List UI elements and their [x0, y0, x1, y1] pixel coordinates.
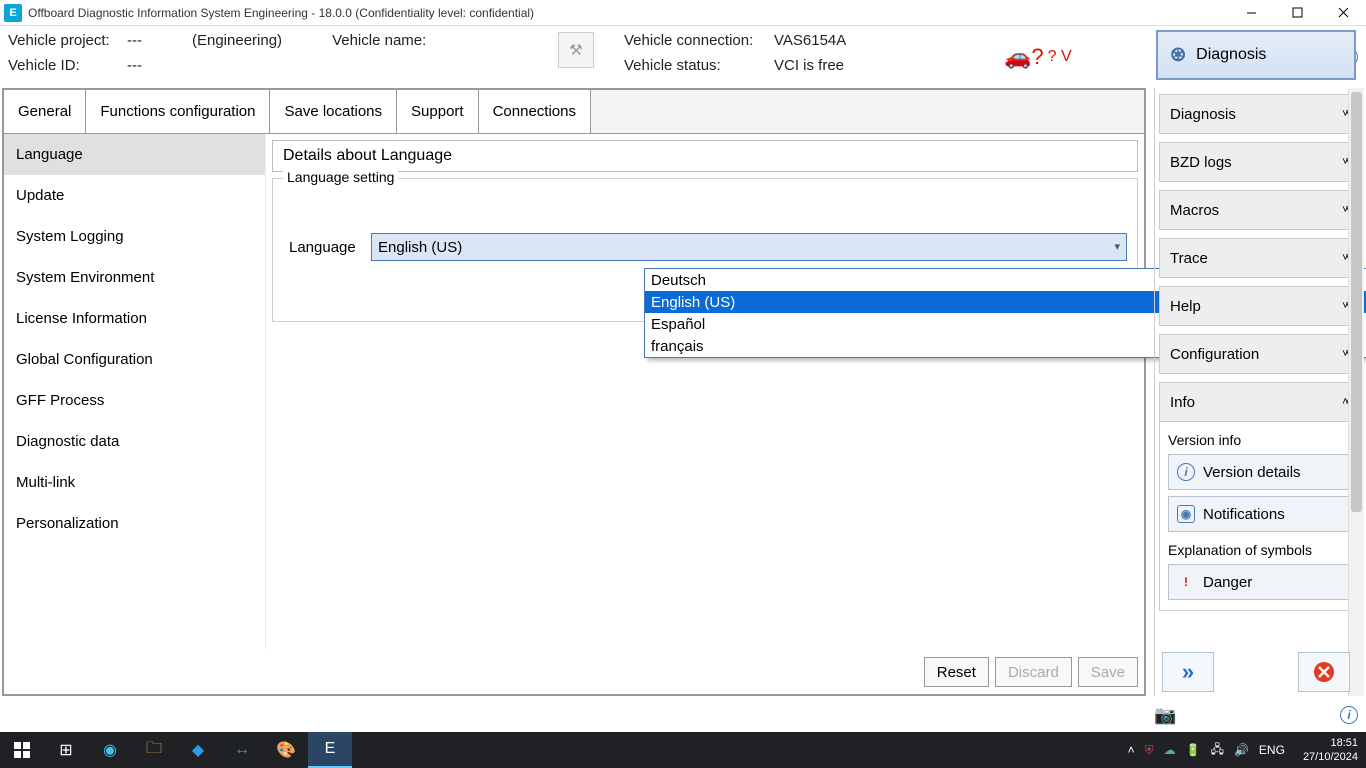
detail-title: Details about Language	[272, 140, 1138, 172]
sidebar-item-update[interactable]: Update	[4, 175, 265, 216]
forward-button[interactable]: »	[1162, 652, 1214, 692]
detail-pane: Details about Language Language setting …	[266, 134, 1144, 650]
info-section-body: Version info iVersion details ◉Notificat…	[1159, 422, 1360, 611]
minimize-button[interactable]	[1228, 0, 1274, 26]
cancel-icon	[1312, 660, 1336, 684]
vehicle-icon[interactable]: ⚒	[558, 32, 594, 68]
vehicle-connection-label: Vehicle connection:	[624, 32, 774, 49]
vehicle-connection-value: VAS6154A	[774, 32, 846, 49]
sidebar-item-gff-process[interactable]: GFF Process	[4, 380, 265, 421]
tab-bar: General Functions configuration Save loc…	[4, 90, 1144, 134]
system-tray: ˄ ⛨ ☁ 🔋 🖧 🔊 ENG 18:51 27/10/2024	[1128, 736, 1366, 764]
sidebar-item-multi-link[interactable]: Multi-link	[4, 462, 265, 503]
sidebar-item-global-configuration[interactable]: Global Configuration	[4, 339, 265, 380]
tray-security-icon[interactable]: ⛨	[1145, 743, 1154, 758]
stethoscope-icon: ♼	[1170, 45, 1186, 66]
tray-battery-icon[interactable]: 🔋	[1186, 743, 1201, 757]
vehicle-status-value: VCI is free	[774, 57, 844, 74]
tab-functions-configuration[interactable]: Functions configuration	[86, 90, 270, 133]
accordion-info[interactable]: Info˄˄	[1159, 382, 1360, 422]
accordion-configuration[interactable]: Configuration˅˅	[1159, 334, 1360, 374]
sidebar-item-system-environment[interactable]: System Environment	[4, 257, 265, 298]
right-action-buttons: »	[1156, 652, 1356, 692]
titlebar: E Offboard Diagnostic Information System…	[0, 0, 1366, 26]
vehicle-id-value: ---	[127, 57, 142, 74]
taskbar-explorer[interactable]: 🗀	[132, 732, 176, 768]
diagnosis-bar-button[interactable]: ♼ Diagnosis	[1156, 30, 1356, 80]
tab-connections[interactable]: Connections	[479, 90, 591, 133]
close-button[interactable]	[1320, 0, 1366, 26]
vehicle-project-value: ---	[127, 32, 142, 49]
windows-icon	[14, 742, 30, 758]
language-label: Language	[289, 239, 371, 256]
fieldset-legend: Language setting	[283, 169, 398, 185]
accordion-diagnosis[interactable]: Diagnosis˅˅	[1159, 94, 1360, 134]
cancel-button[interactable]	[1298, 652, 1350, 692]
camera-icon[interactable]: 📷	[1154, 705, 1176, 726]
tab-save-locations[interactable]: Save locations	[270, 90, 397, 133]
window-title: Offboard Diagnostic Information System E…	[28, 6, 534, 20]
danger-button[interactable]: !Danger	[1168, 564, 1351, 600]
save-button[interactable]: Save	[1078, 657, 1138, 687]
tray-wifi-icon[interactable]: 🖧	[1211, 740, 1224, 761]
sidebar-item-license-information[interactable]: License Information	[4, 298, 265, 339]
app-icon: E	[4, 4, 22, 22]
task-view-button[interactable]: ⊞	[44, 732, 88, 768]
accordion-bzd-logs[interactable]: BZD logs˅˅	[1159, 142, 1360, 182]
tab-general[interactable]: General	[4, 90, 86, 133]
accordion-help[interactable]: Help˅˅	[1159, 286, 1360, 326]
discard-button[interactable]: Discard	[995, 657, 1072, 687]
info-icon: i	[1177, 463, 1195, 481]
version-details-button[interactable]: iVersion details	[1168, 454, 1351, 490]
tray-language[interactable]: ENG	[1259, 743, 1285, 757]
version-info-heading: Version info	[1168, 432, 1351, 448]
maximize-button[interactable]	[1274, 0, 1320, 26]
language-selected-value: English (US)	[378, 239, 462, 256]
language-combobox[interactable]: English (US) ▾	[371, 233, 1127, 261]
settings-sidebar: Language Update System Logging System En…	[4, 134, 266, 650]
footer-buttons: Reset Discard Save	[924, 652, 1138, 692]
vehicle-name-label: Vehicle name:	[332, 32, 426, 49]
right-panel-scrollbar[interactable]	[1348, 88, 1364, 696]
info-icon[interactable]: i	[1340, 706, 1358, 724]
start-button[interactable]	[0, 732, 44, 768]
vehicle-id-label: Vehicle ID:	[8, 57, 123, 74]
tray-onedrive-icon[interactable]: ☁	[1164, 743, 1176, 757]
voltage-indicator: 🚗? ? V	[1004, 44, 1072, 70]
sidebar-item-personalization[interactable]: Personalization	[4, 503, 265, 544]
reset-button[interactable]: Reset	[924, 657, 989, 687]
taskbar-app-1[interactable]: ◆	[176, 732, 220, 768]
danger-icon: !	[1177, 573, 1195, 591]
accordion-macros[interactable]: Macros˅˅	[1159, 190, 1360, 230]
sidebar-item-language[interactable]: Language	[4, 134, 265, 175]
taskbar-odis[interactable]: E	[308, 732, 352, 768]
right-panel: Diagnosis˅˅ BZD logs˅˅ Macros˅˅ Trace˅˅ …	[1154, 88, 1364, 696]
chevron-down-icon: ▾	[1114, 240, 1120, 253]
taskbar-teamviewer[interactable]: ↔	[220, 732, 264, 768]
notifications-button[interactable]: ◉Notifications	[1168, 496, 1351, 532]
sidebar-item-system-logging[interactable]: System Logging	[4, 216, 265, 257]
accordion-trace[interactable]: Trace˅˅	[1159, 238, 1360, 278]
vehicle-project-label: Vehicle project:	[8, 32, 123, 49]
right-bottom-icons: 📷 i	[1154, 698, 1364, 732]
vehicle-status-label: Vehicle status:	[624, 57, 774, 74]
tab-support[interactable]: Support	[397, 90, 479, 133]
engineering-label: (Engineering)	[192, 32, 282, 49]
explanation-heading: Explanation of symbols	[1168, 542, 1351, 558]
car-question-icon: 🚗?	[1004, 44, 1044, 70]
taskbar-edge[interactable]: ◉	[88, 732, 132, 768]
taskbar: ⊞ ◉ 🗀 ◆ ↔ 🎨 E ˄ ⛨ ☁ 🔋 🖧 🔊 ENG 18:51 27/1…	[0, 732, 1366, 768]
taskbar-paint[interactable]: 🎨	[264, 732, 308, 768]
tray-volume-icon[interactable]: 🔊	[1234, 743, 1249, 757]
main-panel: General Functions configuration Save loc…	[2, 88, 1146, 696]
notification-icon: ◉	[1177, 505, 1195, 523]
taskbar-clock[interactable]: 18:51 27/10/2024	[1295, 736, 1358, 764]
sidebar-item-diagnostic-data[interactable]: Diagnostic data	[4, 421, 265, 462]
tray-chevron-up-icon[interactable]: ˄	[1128, 743, 1135, 757]
